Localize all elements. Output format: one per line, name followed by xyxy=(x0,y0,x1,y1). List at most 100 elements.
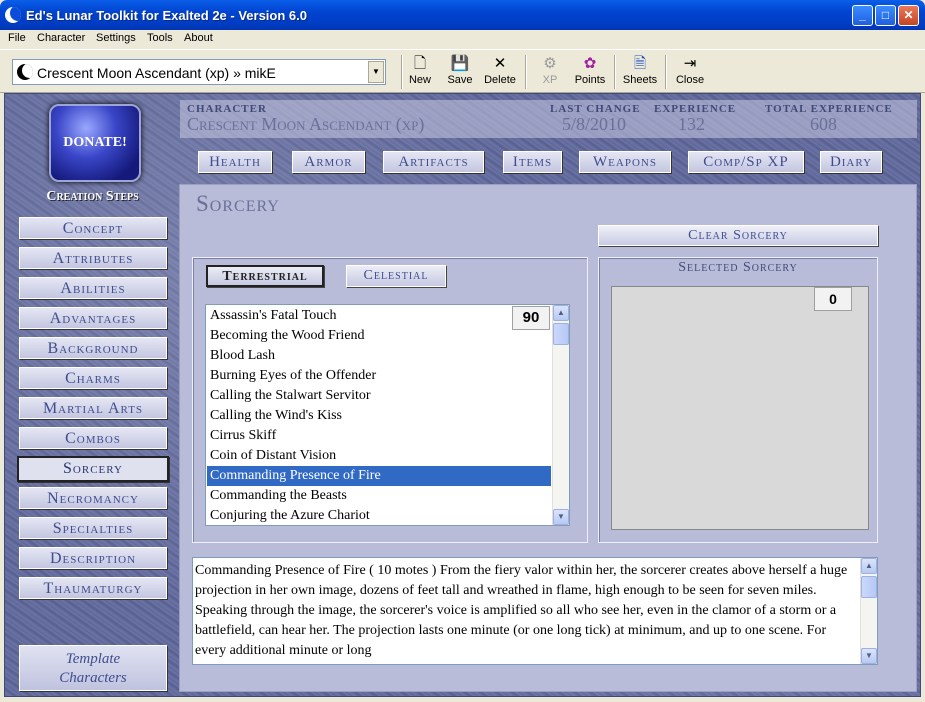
scroll-up-icon[interactable]: ▲ xyxy=(553,305,569,321)
list-item[interactable]: Calling the Stalwart Servitor xyxy=(207,386,551,406)
step-concept[interactable]: Concept xyxy=(19,217,167,239)
save-button-label: Save xyxy=(447,74,473,86)
sheets-button[interactable]: 🗎 Sheets xyxy=(618,54,662,90)
menu-character[interactable]: Character xyxy=(37,32,85,44)
tab-terrestrial[interactable]: Terrestrial xyxy=(206,265,324,287)
toolbar: Crescent Moon Ascendant (xp) » mikE ▼ 🗋 … xyxy=(0,49,925,93)
new-button-label: New xyxy=(408,74,431,86)
step-martial-arts[interactable]: Martial Arts xyxy=(19,397,167,419)
character-name: Crescent Moon Ascendant (xp) xyxy=(187,114,425,134)
nav-comp-sp-xp[interactable]: Comp/Sp XP xyxy=(688,151,804,173)
step-description[interactable]: Description xyxy=(19,547,167,569)
list-item[interactable]: Cirrus Skiff xyxy=(207,426,551,446)
nav-weapons[interactable]: Weapons xyxy=(579,151,671,173)
close-button[interactable]: ⇥ Close xyxy=(668,54,712,90)
title-bar[interactable]: Ed's Lunar Toolkit for Exalted 2e - Vers… xyxy=(0,0,925,30)
step-specialties[interactable]: Specialties xyxy=(19,517,167,539)
menu-settings[interactable]: Settings xyxy=(96,32,136,44)
nav-armor[interactable]: Armor xyxy=(292,151,365,173)
sheets-icon: 🗎 xyxy=(633,55,647,72)
menu-file[interactable]: File xyxy=(8,32,26,44)
new-button[interactable]: 🗋 New xyxy=(398,54,442,90)
scroll-up-icon[interactable]: ▲ xyxy=(861,558,877,574)
scroll-down-icon[interactable]: ▼ xyxy=(861,648,877,664)
step-sorcery[interactable]: Sorcery xyxy=(17,456,169,482)
spell-count-badge: 90 xyxy=(512,306,550,330)
list-item[interactable]: Burning Eyes of the Offender xyxy=(207,366,551,386)
description-scrollbar[interactable]: ▲ ▼ xyxy=(860,558,877,664)
list-item[interactable]: Assassin's Fatal Touch xyxy=(207,306,551,326)
nav-items[interactable]: Items xyxy=(503,151,562,173)
chevron-down-icon[interactable]: ▼ xyxy=(368,61,384,83)
maximize-button[interactable]: □ xyxy=(875,5,896,26)
close-button-label: Close xyxy=(675,74,705,86)
donate-button[interactable]: DONATE! xyxy=(49,104,141,182)
scroll-thumb[interactable] xyxy=(861,576,877,598)
toolbar-separator xyxy=(665,55,667,89)
crescent-moon-icon xyxy=(17,64,33,80)
list-item[interactable]: Conjuring the Azure Chariot xyxy=(207,506,551,525)
list-item[interactable]: Coin of Distant Vision xyxy=(207,446,551,466)
clear-sorcery-button[interactable]: Clear Sorcery xyxy=(598,225,878,246)
xp-button-label: XP xyxy=(542,74,558,86)
step-thaumaturgy[interactable]: Thaumaturgy xyxy=(19,577,167,599)
points-button-label: Points xyxy=(574,74,606,86)
xp-icon: ⚙ xyxy=(543,55,557,72)
character-header: CHARACTER Crescent Moon Ascendant (xp) L… xyxy=(180,100,917,138)
spell-list[interactable]: Assassin's Fatal Touch Becoming the Wood… xyxy=(205,304,570,526)
spell-list-scrollbar[interactable]: ▲ ▼ xyxy=(552,305,569,525)
tab-celestial[interactable]: Celestial xyxy=(346,265,446,287)
close-window-button[interactable]: ✕ xyxy=(898,5,919,26)
step-background[interactable]: Background xyxy=(19,337,167,359)
sheets-button-label: Sheets xyxy=(622,74,658,86)
menu-bar: File Character Settings Tools About xyxy=(0,30,925,48)
selected-sorcery-title: Selected Sorcery xyxy=(678,260,798,275)
scroll-thumb[interactable] xyxy=(553,323,569,345)
nav-artifacts[interactable]: Artifacts xyxy=(383,151,484,173)
step-necromancy[interactable]: Necromancy xyxy=(19,487,167,509)
step-abilities[interactable]: Abilities xyxy=(19,277,167,299)
page-title: Sorcery xyxy=(196,191,280,216)
step-advantages[interactable]: Advantages xyxy=(19,307,167,329)
save-button[interactable]: 💾 Save xyxy=(438,54,482,90)
list-item-selected[interactable]: Commanding Presence of Fire xyxy=(206,465,552,487)
step-attributes[interactable]: Attributes xyxy=(19,247,167,269)
delete-button[interactable]: ✕ Delete xyxy=(478,54,522,90)
spell-description[interactable]: Commanding Presence of Fire ( 10 motes )… xyxy=(192,557,878,665)
exit-door-icon: ⇥ xyxy=(683,55,697,72)
window-title: Ed's Lunar Toolkit for Exalted 2e - Vers… xyxy=(26,8,307,23)
minimize-button[interactable]: _ xyxy=(852,5,873,26)
template-label-line2: Characters xyxy=(59,670,127,686)
step-charms[interactable]: Charms xyxy=(19,367,167,389)
new-file-icon: 🗋 xyxy=(413,55,427,72)
sorcery-panel: Sorcery Clear Sorcery Terrestrial Celest… xyxy=(179,184,917,692)
last-change-value: 5/8/2010 xyxy=(562,114,627,134)
experience-value: 132 xyxy=(678,114,705,134)
spell-description-text: Commanding Presence of Fire ( 10 motes )… xyxy=(195,563,848,658)
xp-button[interactable]: ⚙ XP xyxy=(528,54,572,90)
selected-spell-list[interactable]: 0 xyxy=(611,286,869,530)
delete-button-label: Delete xyxy=(484,74,516,86)
toolbar-separator xyxy=(614,55,616,89)
selected-sorcery-group: Selected Sorcery 0 xyxy=(598,257,878,543)
list-item[interactable]: Becoming the Wood Friend xyxy=(207,326,551,346)
character-select[interactable]: Crescent Moon Ascendant (xp) » mikE ▼ xyxy=(12,59,386,85)
list-item[interactable]: Blood Lash xyxy=(207,346,551,366)
scroll-down-icon[interactable]: ▼ xyxy=(553,509,569,525)
nav-health[interactable]: Health xyxy=(198,151,272,173)
creation-steps-title: Creation Steps xyxy=(46,189,139,204)
template-label-line1: Template xyxy=(65,651,121,667)
floppy-disk-icon: 💾 xyxy=(450,55,470,72)
list-item[interactable]: Calling the Wind's Kiss xyxy=(207,406,551,426)
toolbar-separator xyxy=(525,55,527,89)
list-item[interactable]: Commanding the Beasts xyxy=(207,486,551,506)
character-select-value: Crescent Moon Ascendant (xp) » mikE xyxy=(37,65,276,81)
total-experience-value: 608 xyxy=(810,114,837,134)
template-characters-button[interactable]: Template Characters xyxy=(19,645,167,691)
main-panel: DONATE! Creation Steps Concept Attribute… xyxy=(4,93,921,697)
nav-diary[interactable]: Diary xyxy=(820,151,882,173)
menu-about[interactable]: About xyxy=(184,32,213,44)
points-button[interactable]: ✿ Points xyxy=(568,54,612,90)
menu-tools[interactable]: Tools xyxy=(147,32,173,44)
step-combos[interactable]: Combos xyxy=(19,427,167,449)
